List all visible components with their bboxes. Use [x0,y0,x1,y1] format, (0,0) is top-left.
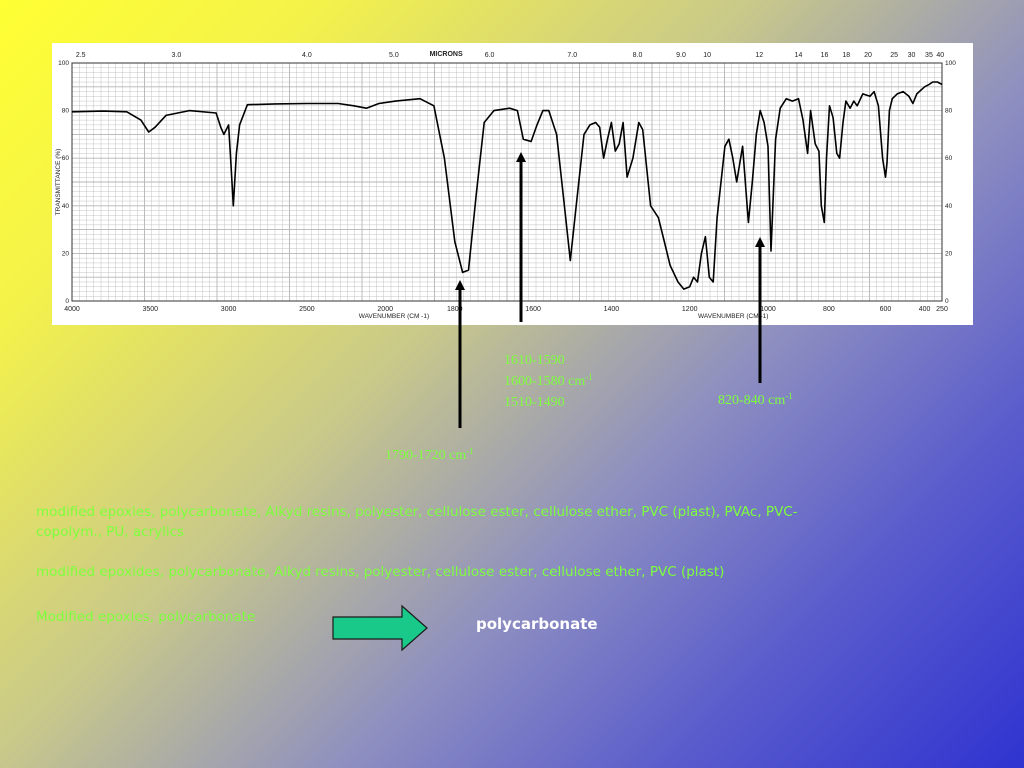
top-tick-label: 5.0 [389,52,399,59]
top-tick-label: 9.0 [676,52,686,59]
y-tick-label-right: 80 [945,108,953,115]
top-axis-title: MICRONS [430,51,463,58]
callout-arrow-1790 [455,280,465,428]
annotation-830-sup: -1 [785,391,793,401]
y-tick-label-right: 40 [945,203,953,210]
y-tick-label-right: 0 [945,298,949,305]
x-tick-label: 2500 [299,306,315,313]
annotation-830-text: 820-840 cm [718,393,786,408]
y-tick-label-right: 20 [945,250,953,257]
y-tick-label: 20 [62,250,70,257]
candidate-list-1: modified epoxies, polycarbonate, Alkyd r… [36,504,798,540]
annotation-820-840: 820-840 cm-1 [718,390,793,411]
y-tick-label-right: 100 [945,60,956,67]
top-tick-label: 16 [821,52,829,59]
top-tick-label: 14 [795,52,803,59]
x-tick-label: 3000 [221,306,237,313]
y-tick-label: 80 [62,108,70,115]
x-tick-label: 800 [823,306,835,313]
x-tick-label: 1200 [682,306,698,313]
annotation-1790-text: 1790-1720 cm [385,448,467,463]
x-tick-label: 600 [880,306,892,313]
x-tick-label: 4000 [64,306,80,313]
top-tick-label: 40 [936,52,944,59]
annotation-1600-group: 1610-1590 1600-1580 cm-1 1510-1490 [504,350,593,413]
y-tick-label: 60 [62,155,70,162]
result-arrow-icon [332,604,428,652]
x-tick-label: 1400 [604,306,620,313]
x-tick-label: 2000 [377,306,393,313]
x-tick-label: 250 [936,306,948,313]
top-tick-label: 20 [864,52,872,59]
y-tick-label-right: 60 [945,155,953,162]
annotation-1790-sup: -1 [466,446,474,456]
annotation-1600-1580: 1600-1580 cm-1 [504,371,593,392]
top-tick-label: 7.0 [567,52,577,59]
top-tick-label: 12 [755,52,763,59]
result-label: polycarbonate [476,615,598,633]
callout-arrow-1600 [516,152,526,322]
top-tick-label: 30 [908,52,916,59]
x-tick-label: 400 [919,306,931,313]
x-axis-title: WAVENUMBER (CM -1) [359,313,429,320]
top-tick-label: 10 [703,52,711,59]
top-tick-label: 25 [890,52,898,59]
annotation-1790-1720: 1790-1720 cm-1 [385,445,474,466]
callout-arrow-830 [755,237,765,383]
slide: 4000 3500 3000 2500 2000 1800 1600 1400 1200 1000… [0,0,1024,768]
y-tick-label: 40 [62,203,70,210]
annotation-1600-text: 1600-1580 cm [504,374,586,389]
candidate-list-3: Modified epoxies, polycarbonate [36,609,256,625]
top-tick-label: 3.0 [172,52,182,59]
candidate-list-2: modified epoxides, polycarbonate, Alkyd … [36,564,725,580]
annotation-1510-1490: 1510-1490 [504,395,565,410]
y-axis-title: TRANSMITTANCE (%) [55,149,62,216]
top-tick-label: 35 [925,52,933,59]
y-tick-label: 100 [58,60,69,67]
annotation-1600-sup: -1 [585,372,593,382]
top-tick-label: 8.0 [633,52,643,59]
top-tick-label: 4.0 [302,52,312,59]
top-tick-label: 2.5 [76,52,86,59]
y-tick-label: 0 [65,298,69,305]
top-tick-label: 6.0 [485,52,495,59]
top-tick-label: 18 [842,52,850,59]
annotation-1610-1590: 1610-1590 [504,353,565,368]
x-tick-label: 3500 [143,306,159,313]
